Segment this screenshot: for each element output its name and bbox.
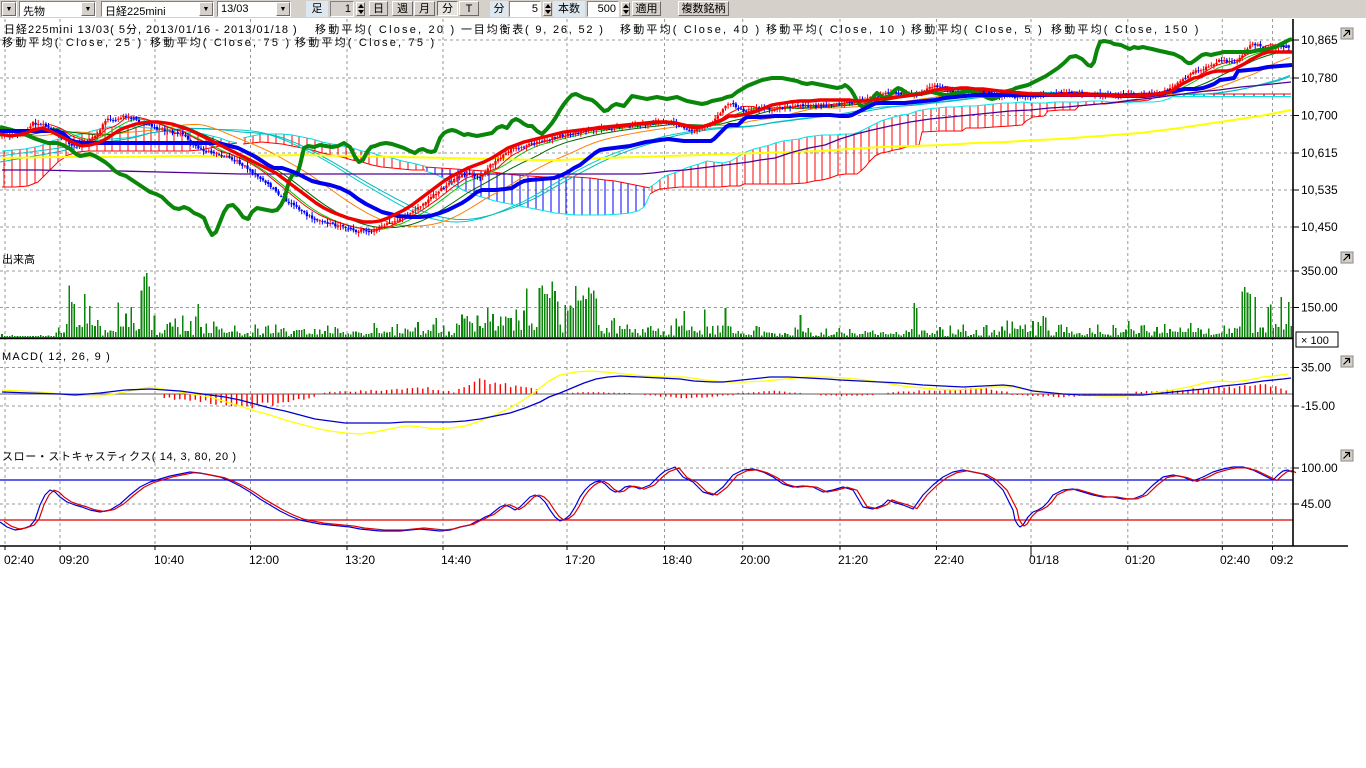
- svg-text:13:20: 13:20: [345, 553, 375, 567]
- svg-text:35.00: 35.00: [1301, 361, 1331, 375]
- svg-text:移動平均( Close, 75 ): 移動平均( Close, 75 ): [295, 35, 436, 49]
- svg-text:スロー・ストキャスティクス( 14, 3, 80, 20 ): スロー・ストキャスティクス( 14, 3, 80, 20 ): [2, 450, 237, 463]
- svg-text:10,865: 10,865: [1301, 33, 1338, 47]
- svg-text:日経225mini 13/03( 5分, 2013/01/1: 日経225mini 13/03( 5分, 2013/01/16 - 2013/0…: [4, 23, 298, 36]
- svg-text:移動平均( Close, 20 ): 移動平均( Close, 20 ): [315, 22, 456, 36]
- svg-text:× 100: × 100: [1301, 335, 1329, 347]
- svg-text:10:40: 10:40: [154, 553, 184, 567]
- svg-text:350.00: 350.00: [1301, 264, 1338, 278]
- svg-text:10,450: 10,450: [1301, 220, 1338, 234]
- svg-text:一目均衡表( 9, 26, 52 ): 一目均衡表( 9, 26, 52 ): [461, 22, 605, 36]
- svg-text:01:20: 01:20: [1125, 553, 1155, 567]
- svg-text:02:40: 02:40: [1220, 553, 1250, 567]
- svg-text:18:40: 18:40: [662, 553, 692, 567]
- svg-text:MACD( 12, 26, 9 ): MACD( 12, 26, 9 ): [2, 351, 111, 363]
- svg-text:10,700: 10,700: [1301, 109, 1338, 123]
- svg-text:02:40: 02:40: [4, 553, 34, 567]
- svg-text:22:40: 22:40: [934, 553, 964, 567]
- svg-text:09:2: 09:2: [1270, 553, 1294, 567]
- svg-text:移動平均( Close, 40 ): 移動平均( Close, 40 ): [620, 22, 761, 36]
- svg-text:45.00: 45.00: [1301, 497, 1331, 511]
- svg-text:01/18: 01/18: [1029, 553, 1059, 567]
- svg-text:-15.00: -15.00: [1301, 399, 1335, 413]
- svg-text:100.00: 100.00: [1301, 461, 1338, 475]
- svg-text:移動平均( Close, 5 ): 移動平均( Close, 5 ): [911, 22, 1044, 36]
- svg-text:17:20: 17:20: [565, 553, 595, 567]
- svg-text:移動平均( Close, 150 ): 移動平均( Close, 150 ): [1051, 22, 1201, 36]
- svg-text:10,780: 10,780: [1301, 71, 1338, 85]
- svg-text:09:20: 09:20: [59, 553, 89, 567]
- svg-text:移動平均( Close, 75 ): 移動平均( Close, 75 ): [150, 35, 291, 49]
- svg-text:20:00: 20:00: [740, 553, 770, 567]
- svg-text:21:20: 21:20: [838, 553, 868, 567]
- svg-text:10,615: 10,615: [1301, 146, 1338, 160]
- svg-text:12:00: 12:00: [249, 553, 279, 567]
- svg-text:移動平均( Close, 25 ): 移動平均( Close, 25 ): [2, 35, 143, 49]
- svg-text:14:40: 14:40: [441, 553, 471, 567]
- svg-text:出来高: 出来高: [2, 252, 35, 266]
- svg-text:10,535: 10,535: [1301, 183, 1338, 197]
- svg-text:移動平均( Close, 10 ): 移動平均( Close, 10 ): [766, 22, 907, 36]
- svg-text:150.00: 150.00: [1301, 301, 1338, 315]
